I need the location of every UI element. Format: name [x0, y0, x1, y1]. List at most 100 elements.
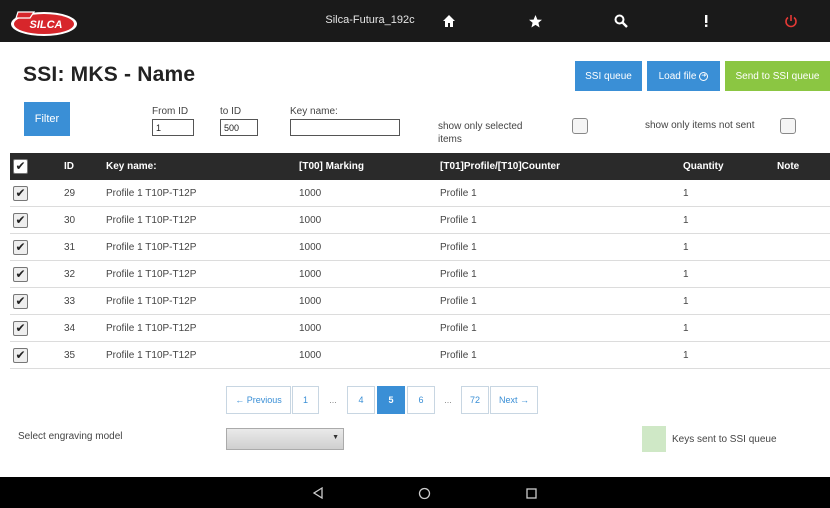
cell-quantity: 1	[683, 242, 689, 253]
row-checkbox[interactable]: ✔	[13, 294, 28, 309]
search-icon[interactable]	[610, 10, 632, 32]
android-nav-bar	[0, 477, 830, 508]
cell-key-name: Profile 1 T10P-T12P	[106, 242, 197, 253]
power-icon[interactable]	[780, 10, 802, 32]
cell-profile: Profile 1	[440, 296, 477, 307]
cell-quantity: 1	[683, 323, 689, 334]
pagination-page-current[interactable]: 5	[377, 386, 405, 414]
cell-quantity: 1	[683, 269, 689, 280]
load-file-icon: ➜	[699, 71, 709, 81]
table-row[interactable]: ✔ 29 Profile 1 T10P-T12P 1000 Profile 1 …	[10, 180, 830, 207]
cell-profile: Profile 1	[440, 215, 477, 226]
table-row[interactable]: ✔ 31 Profile 1 T10P-T12P 1000 Profile 1 …	[10, 234, 830, 261]
show-selected-label: show only selected items	[438, 121, 523, 145]
pagination-ellipsis: ...	[436, 386, 460, 414]
app-title: Silca-Futura_192c	[325, 14, 415, 26]
column-header-note[interactable]: Note	[777, 161, 799, 172]
cell-marking: 1000	[299, 296, 322, 307]
row-checkbox[interactable]: ✔	[13, 267, 28, 282]
engraving-model-select[interactable]: ▼	[226, 428, 344, 450]
info-icon[interactable]	[695, 10, 717, 32]
table-row[interactable]: ✔ 34 Profile 1 T10P-T12P 1000 Profile 1 …	[10, 315, 830, 342]
table-row[interactable]: ✔ 35 Profile 1 T10P-T12P 1000 Profile 1 …	[10, 342, 830, 369]
ssi-queue-label: SSI queue	[585, 70, 632, 82]
cell-id: 31	[64, 242, 76, 253]
top-bar: SILCA Silca-Futura_192c	[0, 0, 830, 42]
cell-key-name: Profile 1 T10P-T12P	[106, 215, 197, 226]
cell-id: 33	[64, 296, 76, 307]
silca-logo: SILCA	[8, 4, 80, 40]
engraving-model-label: Select engraving model	[18, 431, 123, 442]
recents-icon[interactable]	[522, 484, 540, 502]
cell-profile: Profile 1	[440, 323, 477, 334]
cell-id: 35	[64, 350, 76, 361]
column-header-key-name[interactable]: Key name:	[106, 161, 157, 172]
filter-button[interactable]: Filter	[24, 102, 70, 136]
cell-marking: 1000	[299, 323, 322, 334]
table-row[interactable]: ✔ 30 Profile 1 T10P-T12P 1000 Profile 1 …	[10, 207, 830, 234]
home-circle-icon[interactable]	[415, 484, 433, 502]
pagination-page[interactable]: 1	[292, 386, 319, 414]
back-icon[interactable]	[309, 484, 327, 502]
row-checkbox[interactable]: ✔	[13, 321, 28, 336]
cell-quantity: 1	[683, 188, 689, 199]
table-row[interactable]: ✔ 33 Profile 1 T10P-T12P 1000 Profile 1 …	[10, 288, 830, 315]
row-checkbox[interactable]: ✔	[13, 213, 28, 228]
cell-profile: Profile 1	[440, 269, 477, 280]
from-id-input[interactable]	[152, 119, 194, 136]
pagination-page[interactable]: 72	[461, 386, 489, 414]
cell-id: 32	[64, 269, 76, 280]
pagination-page[interactable]: 4	[347, 386, 375, 414]
pagination-page[interactable]: 6	[407, 386, 435, 414]
select-all-checkbox[interactable]: ✔	[13, 159, 28, 174]
to-id-input[interactable]	[220, 119, 258, 136]
ssi-queue-button[interactable]: SSI queue	[575, 61, 642, 91]
table-row[interactable]: ✔ 32 Profile 1 T10P-T12P 1000 Profile 1 …	[10, 261, 830, 288]
column-header-marking[interactable]: [T00] Marking	[299, 161, 364, 172]
cell-key-name: Profile 1 T10P-T12P	[106, 296, 197, 307]
column-header-quantity[interactable]: Quantity	[683, 161, 724, 172]
cell-id: 30	[64, 215, 76, 226]
send-to-ssi-queue-label: Send to SSI queue	[735, 70, 820, 82]
show-selected-checkbox[interactable]	[572, 118, 588, 134]
cell-key-name: Profile 1 T10P-T12P	[106, 323, 197, 334]
load-file-button[interactable]: Load file ➜	[647, 61, 720, 91]
cell-quantity: 1	[683, 350, 689, 361]
table-header: ✔ ID Key name: [T00] Marking [T01]Profil…	[10, 153, 830, 180]
from-id-label: From ID	[152, 106, 189, 117]
home-icon[interactable]	[438, 10, 460, 32]
show-not-sent-label: show only items not sent	[645, 120, 755, 131]
pagination-next[interactable]: Next →	[490, 386, 538, 414]
to-id-label: to ID	[220, 106, 242, 117]
column-header-profile-counter[interactable]: [T01]Profile/[T10]Counter	[440, 161, 560, 172]
logo-text: SILCA	[30, 19, 63, 31]
legend-swatch	[642, 426, 666, 452]
cell-key-name: Profile 1 T10P-T12P	[106, 269, 197, 280]
cell-quantity: 1	[683, 215, 689, 226]
cell-marking: 1000	[299, 350, 322, 361]
pagination-ellipsis: ...	[320, 386, 346, 414]
send-to-ssi-queue-button[interactable]: Send to SSI queue	[725, 61, 830, 91]
cell-id: 29	[64, 188, 76, 199]
chevron-down-icon: ▼	[332, 434, 339, 441]
column-header-id[interactable]: ID	[64, 161, 74, 172]
cell-profile: Profile 1	[440, 242, 477, 253]
key-name-input[interactable]	[290, 119, 400, 136]
row-checkbox[interactable]: ✔	[13, 240, 28, 255]
cell-marking: 1000	[299, 188, 322, 199]
cell-key-name: Profile 1 T10P-T12P	[106, 350, 197, 361]
cell-profile: Profile 1	[440, 350, 477, 361]
load-file-label: Load file	[658, 70, 697, 82]
legend-label: Keys sent to SSI queue	[672, 434, 777, 445]
cell-marking: 1000	[299, 242, 322, 253]
show-not-sent-checkbox[interactable]	[780, 118, 796, 134]
cell-profile: Profile 1	[440, 188, 477, 199]
cell-key-name: Profile 1 T10P-T12P	[106, 188, 197, 199]
page-title: SSI: MKS - Name	[23, 63, 196, 86]
cell-id: 34	[64, 323, 76, 334]
row-checkbox[interactable]: ✔	[13, 186, 28, 201]
star-icon[interactable]	[524, 10, 546, 32]
cell-marking: 1000	[299, 215, 322, 226]
row-checkbox[interactable]: ✔	[13, 348, 28, 363]
pagination-previous[interactable]: ← Previous	[226, 386, 291, 414]
